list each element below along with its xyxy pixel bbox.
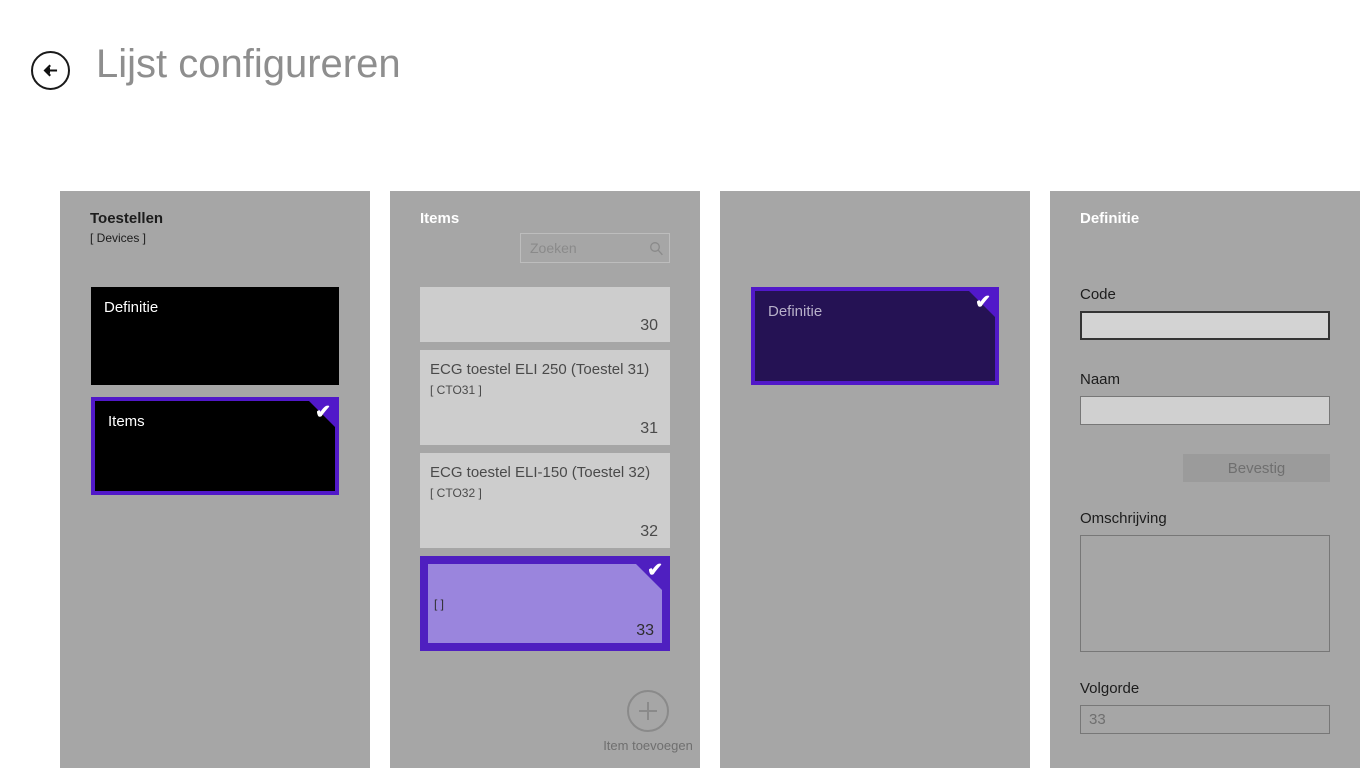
panel-items-title: Items <box>420 210 460 227</box>
panel-devices: Toestellen [ Devices ] Definitie ✔ Items <box>60 191 370 768</box>
arrow-left-icon <box>40 60 61 81</box>
volgorde-input[interactable] <box>1080 705 1330 734</box>
add-item-label: Item toevoegen <box>603 738 693 753</box>
list-item-title: ECG toestel ELI 250 (Toestel 31) <box>430 361 650 378</box>
panel-definition-tiles: ✔ Definitie <box>720 191 1030 768</box>
list-item-number: 31 <box>640 420 658 437</box>
naam-label: Naam <box>1080 371 1121 388</box>
list-item-subtitle: [ CTO31 ] <box>430 383 482 397</box>
list-item[interactable]: ECG toestel ELI 250 (Toestel 31) [ CTO31… <box>420 350 670 445</box>
tile-label: Definitie <box>768 303 823 320</box>
columns-container: Toestellen [ Devices ] Definitie ✔ Items… <box>0 191 1366 768</box>
search-box[interactable] <box>520 233 670 263</box>
naam-input[interactable] <box>1080 396 1330 425</box>
tile-definitie[interactable]: Definitie <box>91 287 339 385</box>
check-icon: ✔ <box>315 402 331 423</box>
add-item-button[interactable]: Item toevoegen <box>583 690 713 753</box>
omschrijving-label: Omschrijving <box>1080 510 1167 527</box>
confirm-button[interactable]: Bevestig <box>1183 454 1330 482</box>
tile-definitie-selected[interactable]: ✔ Definitie <box>751 287 999 385</box>
search-icon[interactable] <box>643 241 669 256</box>
omschrijving-textarea[interactable] <box>1080 535 1330 652</box>
list-item-subtitle: [ CTO32 ] <box>430 486 482 500</box>
check-icon: ✔ <box>975 292 991 313</box>
list-item-selected[interactable]: ✔ [ ] 33 <box>420 556 670 651</box>
code-input[interactable] <box>1080 311 1330 340</box>
list-item-number: 33 <box>636 622 654 639</box>
back-button[interactable] <box>31 51 70 90</box>
panel-definition-form: Definitie Code Naam Bevestig Omschrijvin… <box>1050 191 1360 768</box>
plus-circle-icon <box>627 690 669 732</box>
code-label: Code <box>1080 286 1116 303</box>
list-item-number: 30 <box>640 317 658 334</box>
tile-items[interactable]: ✔ Items <box>91 397 339 495</box>
tile-label: Definitie <box>104 299 159 316</box>
list-item-border <box>420 556 670 651</box>
volgorde-label: Volgorde <box>1080 680 1140 697</box>
search-input[interactable] <box>521 240 643 256</box>
item-list: 30 ECG toestel ELI 250 (Toestel 31) [ CT… <box>420 287 670 659</box>
page-title: Lijst configureren <box>96 42 401 86</box>
page-header: Lijst configureren <box>0 0 1366 191</box>
list-item[interactable]: 30 <box>420 287 670 342</box>
panel-devices-subtitle: [ Devices ] <box>90 231 147 245</box>
tile-label: Items <box>108 413 145 430</box>
list-item[interactable]: ECG toestel ELI-150 (Toestel 32) [ CTO32… <box>420 453 670 548</box>
panel-items: Items 30 ECG toestel ELI 250 (Toestel 31… <box>390 191 700 768</box>
list-item-subtitle: [ ] <box>434 597 445 611</box>
list-item-fill <box>428 564 662 643</box>
list-item-number: 32 <box>640 523 658 540</box>
panel-definition-title: Definitie <box>1080 210 1140 227</box>
panel-devices-title: Toestellen <box>90 210 164 227</box>
check-icon: ✔ <box>647 560 663 581</box>
list-item-title: ECG toestel ELI-150 (Toestel 32) <box>430 464 651 481</box>
